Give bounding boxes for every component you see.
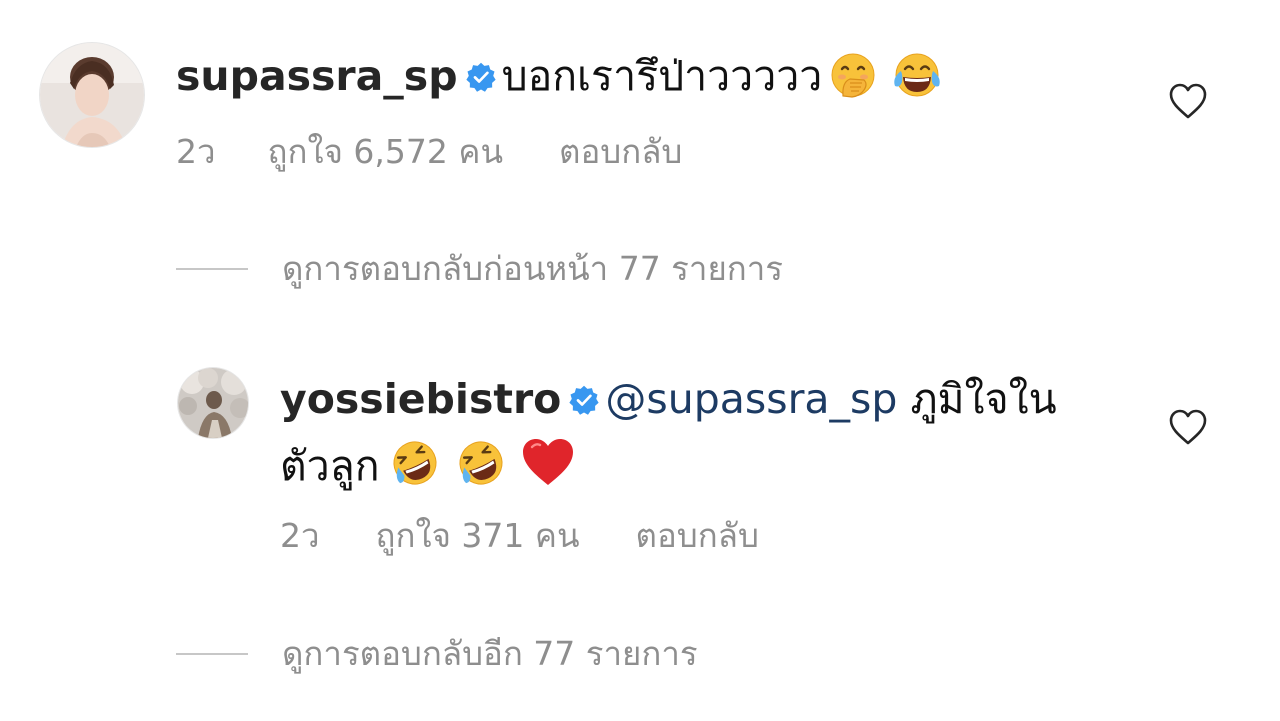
comment-body-continued: ตัวลูก (280, 436, 576, 499)
like-heart-icon[interactable] (1168, 82, 1208, 124)
like-count[interactable]: ถูกใจ 371 คน (376, 516, 580, 556)
username[interactable]: yossiebistro (280, 375, 561, 423)
avatar[interactable] (178, 368, 248, 438)
mention-link[interactable]: @supassra_sp (605, 375, 897, 423)
timestamp[interactable]: 2ว (280, 516, 320, 556)
avatar[interactable] (40, 43, 144, 147)
comment-meta: 2ว ถูกใจ 371 คน ตอบกลับ (280, 516, 759, 556)
reply-button[interactable]: ตอบกลับ (559, 132, 682, 172)
divider-line (176, 268, 248, 270)
like-heart-icon[interactable] (1168, 408, 1208, 450)
comment-yossiebistro: yossiebistro @supassra_sp ภูมิใจใน ตัวลูก… (0, 340, 1280, 570)
verified-badge-icon (465, 53, 496, 103)
rolling-on-floor-laughing-icon (454, 438, 508, 499)
face-with-hand-over-mouth-icon (830, 52, 876, 109)
comment-text-line1: ภูมิใจใน (910, 375, 1057, 423)
comment-meta: 2ว ถูกใจ 6,572 คน ตอบกลับ (176, 132, 682, 172)
view-more-replies-label[interactable]: ดูการตอบกลับอีก 77 รายการ (282, 634, 698, 674)
view-previous-replies-label[interactable]: ดูการตอบกลับก่อนหน้า 77 รายการ (282, 249, 783, 289)
verified-badge-icon (569, 376, 599, 426)
face-with-tears-of-joy-icon (890, 52, 944, 109)
rolling-on-floor-laughing-icon (388, 438, 442, 499)
comment-text: บอกเรารึป่าววววว (501, 52, 823, 100)
comment-supassra: supassra_sp บอกเรารึป่าววววว 2ว ถูกใจ 6,57… (0, 0, 1280, 200)
red-heart-icon (520, 436, 576, 499)
username[interactable]: supassra_sp (176, 52, 458, 100)
comment-body: yossiebistro @supassra_sp ภูมิใจใน (280, 374, 1057, 426)
reply-button[interactable]: ตอบกลับ (636, 516, 759, 556)
like-count[interactable]: ถูกใจ 6,572 คน (268, 132, 504, 172)
comment-text-line2: ตัวลูก (280, 442, 380, 490)
timestamp[interactable]: 2ว (176, 132, 216, 172)
comment-body: supassra_sp บอกเรารึป่าววววว (176, 51, 944, 109)
divider-line (176, 653, 248, 655)
